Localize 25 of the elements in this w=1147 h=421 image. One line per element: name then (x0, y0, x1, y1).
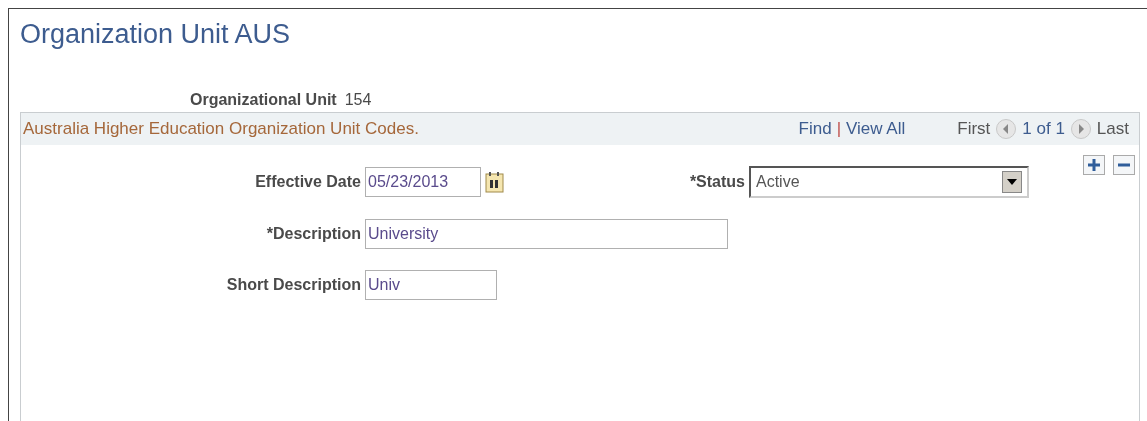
link-separator: | (836, 118, 842, 141)
first-label: First (957, 118, 991, 141)
field-label: Organizational Unit (190, 90, 337, 110)
previous-button[interactable] (996, 119, 1017, 139)
field-value: 154 (344, 90, 372, 110)
section-title: Australia Higher Education Organization Unit Codes. (23, 118, 419, 141)
add-row-button[interactable] (1083, 155, 1105, 175)
field-label: *Status (688, 172, 745, 192)
view-all-link[interactable]: View All (846, 116, 906, 142)
field-label: Effective Date (254, 172, 361, 192)
field-label: Short Description (225, 275, 361, 295)
description-field[interactable]: University (365, 219, 728, 249)
find-link[interactable]: Find (798, 116, 832, 142)
last-label: Last (1096, 118, 1129, 141)
plus-icon (1087, 158, 1101, 172)
record-count: 1 of 1 (1022, 118, 1065, 141)
next-button[interactable] (1070, 119, 1091, 139)
status-select[interactable]: Active (749, 166, 1029, 198)
calendar-icon[interactable] (485, 171, 505, 193)
delete-row-button[interactable] (1113, 155, 1135, 175)
date-field[interactable]: 05/23/2013 (365, 167, 481, 197)
select-value: Active (756, 172, 800, 192)
field-label: *Description (265, 224, 361, 244)
short-description-field[interactable]: Univ (365, 270, 497, 300)
page-title: Organization Unit AUS (20, 18, 292, 51)
